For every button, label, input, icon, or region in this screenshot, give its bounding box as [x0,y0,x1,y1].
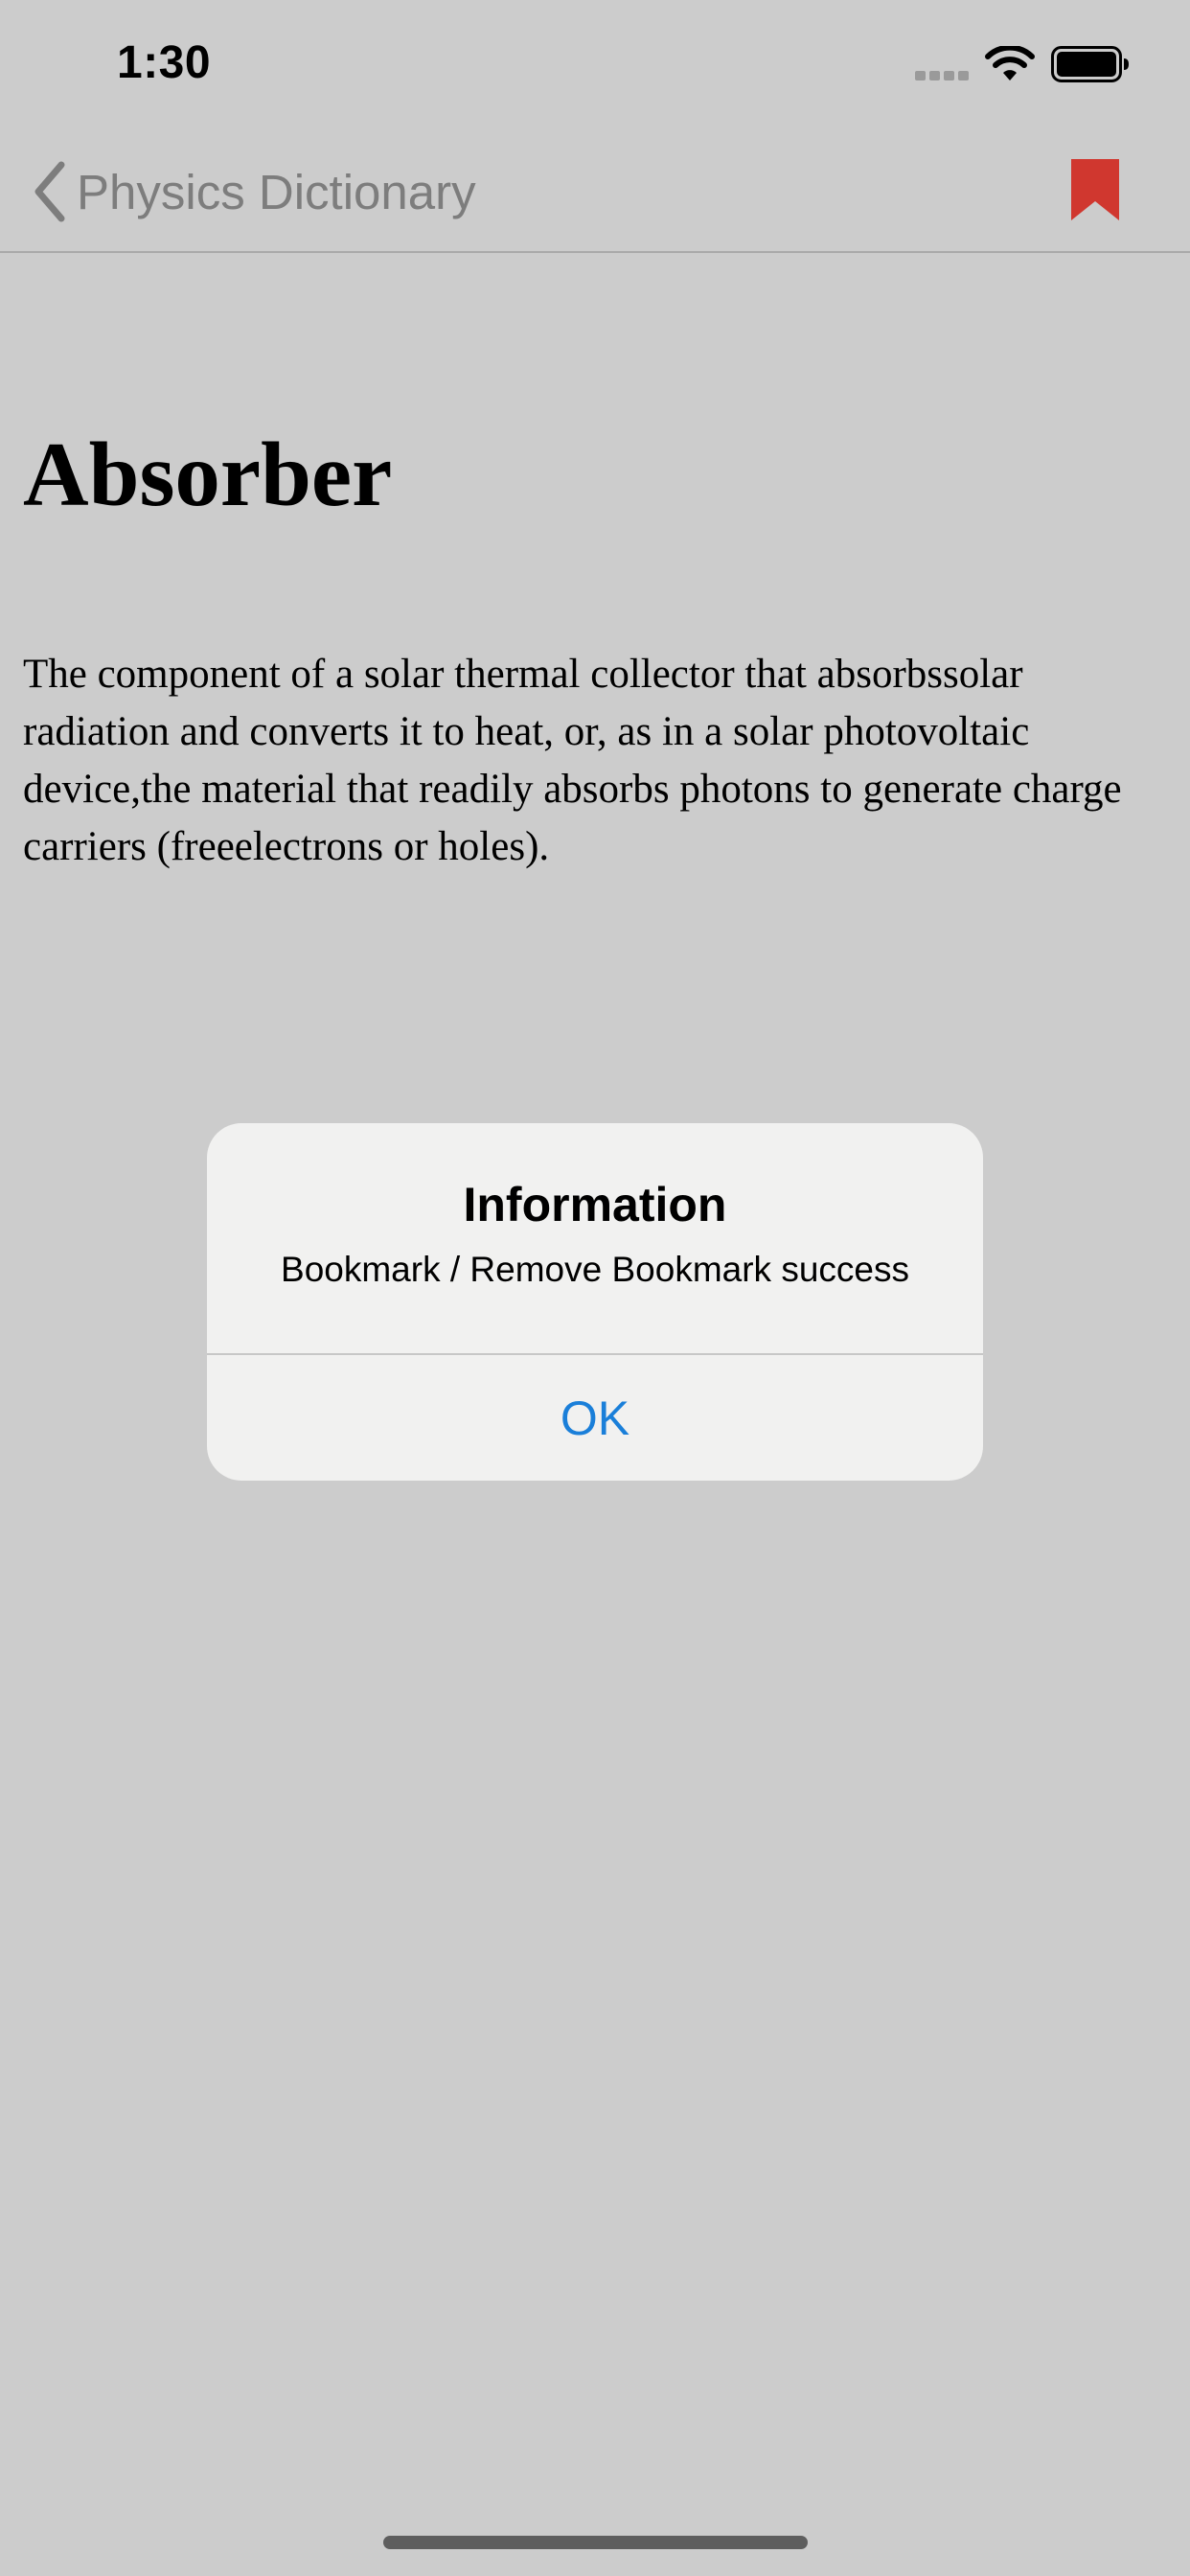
bookmark-icon[interactable] [1071,159,1119,220]
back-button[interactable]: Physics Dictionary [31,155,476,228]
status-time: 1:30 [117,37,212,88]
alert-dialog: Information Bookmark / Remove Bookmark s… [207,1123,983,1481]
signal-icon [915,71,969,80]
battery-icon [1051,46,1129,82]
home-indicator[interactable] [383,2536,808,2549]
status-bar: 1:30 [0,0,1190,134]
wifi-icon [985,46,1035,80]
entry-title: Absorber [23,424,393,525]
alert-title: Information [463,1178,727,1231]
chevron-left-icon [34,161,65,222]
navigation-bar: Physics Dictionary [0,134,1190,253]
ok-button[interactable]: OK [207,1355,983,1481]
alert-message: Bookmark / Remove Bookmark success [281,1250,909,1289]
back-label: Physics Dictionary [77,164,476,219]
entry-definition: The component of a solar thermal collect… [23,652,1122,869]
